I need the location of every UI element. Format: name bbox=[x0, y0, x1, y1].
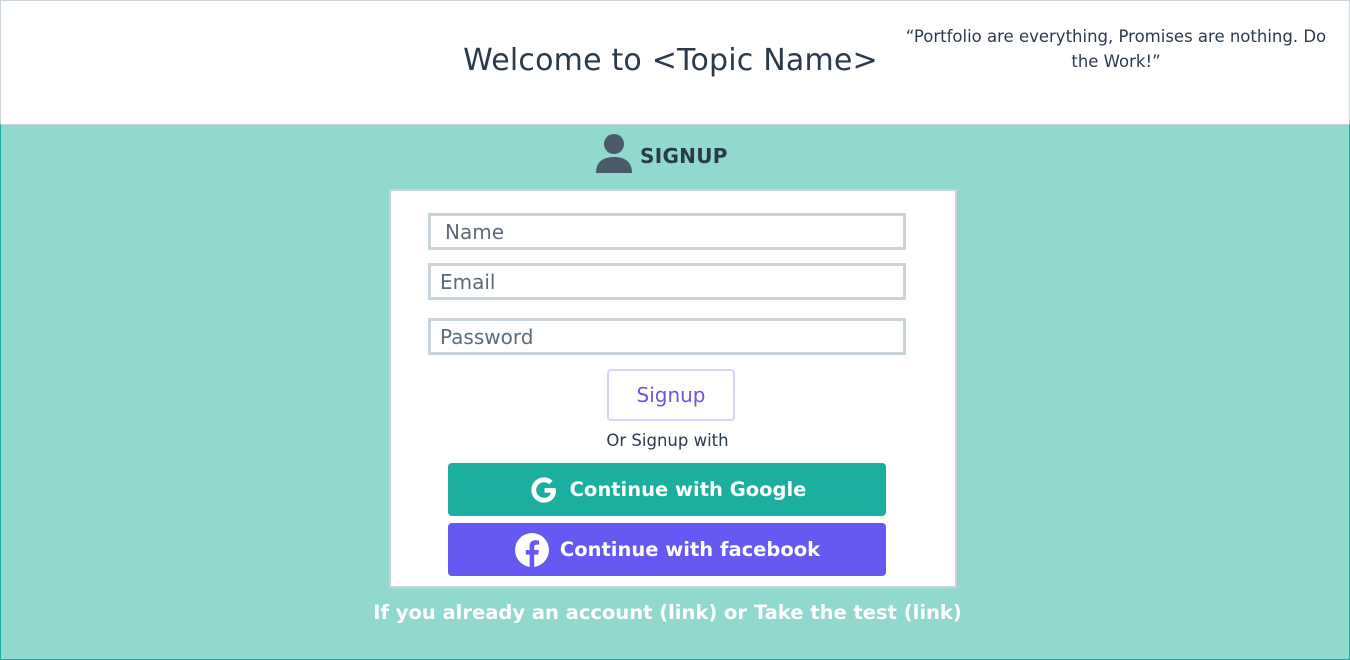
continue-with-google-button[interactable]: Continue with Google bbox=[448, 463, 886, 516]
continue-with-facebook-button[interactable]: Continue with facebook bbox=[448, 523, 886, 576]
password-field[interactable] bbox=[428, 318, 906, 355]
signup-button[interactable]: Signup bbox=[607, 369, 735, 421]
footer-links-text[interactable]: If you already an account (link) or Take… bbox=[0, 601, 1335, 624]
signup-heading: SIGNUP bbox=[594, 133, 728, 179]
or-signup-with-text: Or Signup with bbox=[606, 431, 729, 450]
email-field[interactable] bbox=[428, 263, 906, 300]
header-quote: “Portfolio are everything, Promises are … bbox=[905, 27, 1327, 71]
google-button-label: Continue with Google bbox=[569, 478, 807, 501]
facebook-button-label: Continue with facebook bbox=[559, 538, 821, 561]
name-field[interactable] bbox=[428, 213, 906, 250]
google-icon bbox=[528, 474, 560, 506]
user-icon bbox=[594, 133, 634, 179]
signup-heading-label: SIGNUP bbox=[640, 144, 728, 168]
facebook-icon bbox=[514, 532, 550, 568]
